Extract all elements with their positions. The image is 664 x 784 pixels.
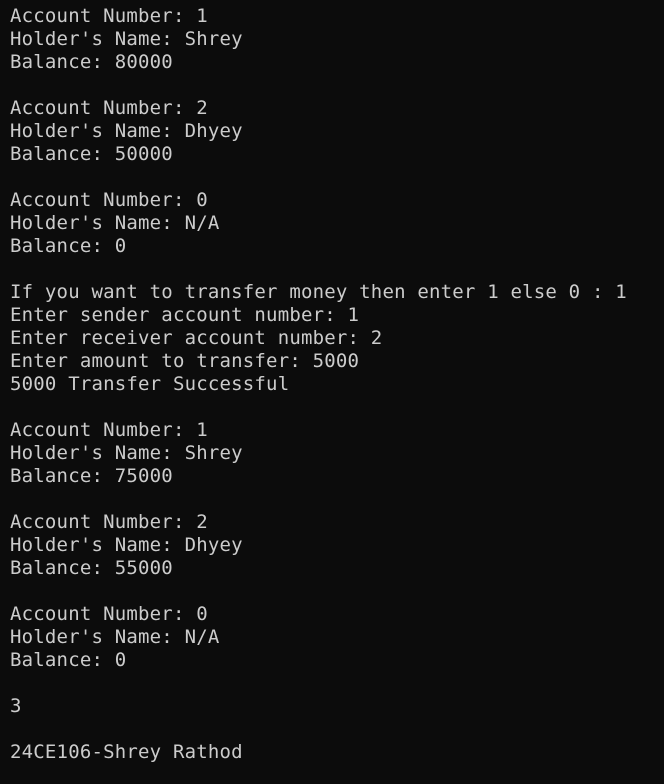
terminal-line: Holder's Name: Shrey bbox=[10, 28, 243, 50]
terminal-line: Holder's Name: Dhyey bbox=[10, 120, 243, 142]
terminal-line: 5000 Transfer Successful bbox=[10, 373, 290, 395]
terminal-line: Balance: 75000 bbox=[10, 465, 173, 487]
terminal-line: Holder's Name: N/A bbox=[10, 626, 220, 648]
terminal-line: 3 bbox=[10, 695, 22, 717]
terminal-line: Balance: 50000 bbox=[10, 143, 173, 165]
terminal-line: Holder's Name: Dhyey bbox=[10, 534, 243, 556]
terminal-line: Enter sender account number: 1 bbox=[10, 304, 360, 326]
terminal-line: Account Number: 1 bbox=[10, 5, 208, 27]
terminal-line: Account Number: 2 bbox=[10, 97, 208, 119]
terminal-line: Account Number: 1 bbox=[10, 419, 208, 441]
terminal-line: Account Number: 0 bbox=[10, 603, 208, 625]
terminal-line: Account Number: 2 bbox=[10, 511, 208, 533]
terminal-line: Enter receiver account number: 2 bbox=[10, 327, 383, 349]
terminal-line: Holder's Name: Shrey bbox=[10, 442, 243, 464]
terminal-output[interactable]: Account Number: 1 Holder's Name: Shrey B… bbox=[0, 0, 664, 784]
terminal-line: 24CE106-Shrey Rathod bbox=[10, 741, 243, 763]
terminal-line: Balance: 55000 bbox=[10, 557, 173, 579]
terminal-line: Balance: 0 bbox=[10, 235, 127, 257]
terminal-line: Holder's Name: N/A bbox=[10, 212, 220, 234]
terminal-line: Enter amount to transfer: 5000 bbox=[10, 350, 360, 372]
terminal-line: If you want to transfer money then enter… bbox=[10, 281, 627, 303]
terminal-line: Balance: 80000 bbox=[10, 51, 173, 73]
terminal-line: Balance: 0 bbox=[10, 649, 127, 671]
terminal-line: Account Number: 0 bbox=[10, 189, 208, 211]
